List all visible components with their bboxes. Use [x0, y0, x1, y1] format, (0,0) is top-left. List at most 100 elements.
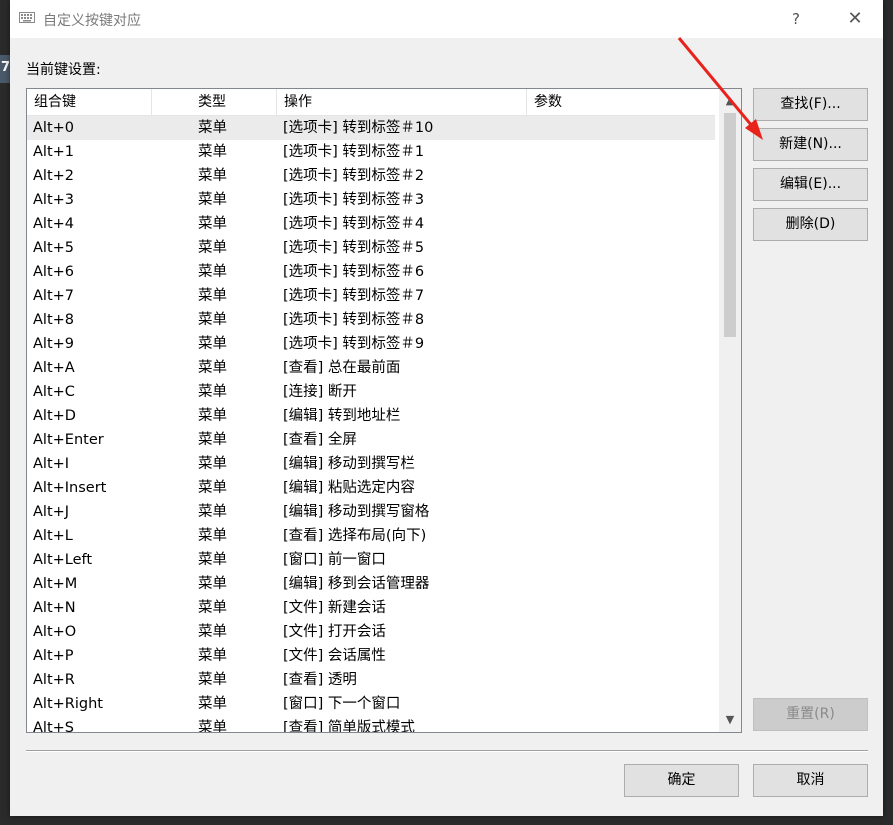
table-row[interactable]: Alt+7 菜单 [选项卡] 转到标签＃7 [27, 284, 715, 308]
help-button[interactable]: ? [776, 4, 816, 34]
keyboard-icon [19, 12, 35, 23]
edit-button[interactable]: 编辑(E)... [753, 168, 868, 201]
list-header: 组合键 类型 操作 参数 [27, 89, 715, 116]
row-action: [编辑] 粘贴选定内容 [283, 480, 415, 496]
table-row[interactable]: Alt+L 菜单 [查看] 选择布局(向下) [27, 524, 715, 548]
row-action: [文件] 会话属性 [283, 648, 386, 664]
window-title: 自定义按键对应 [43, 13, 141, 29]
row-type: 菜单 [198, 120, 227, 136]
table-row[interactable]: Alt+Insert 菜单 [编辑] 粘贴选定内容 [27, 476, 715, 500]
find-button[interactable]: 查找(F)... [753, 88, 868, 121]
list-rows: Alt+0 菜单 [选项卡] 转到标签＃10 Alt+1 菜单 [选项卡] 转到标签＃1 A… [27, 116, 715, 733]
row-type: 菜单 [198, 288, 227, 304]
row-key: Alt+L [33, 528, 73, 544]
table-row[interactable]: Alt+O 菜单 [文件] 打开会话 [27, 620, 715, 644]
table-row[interactable]: Alt+4 菜单 [选项卡] 转到标签＃4 [27, 212, 715, 236]
column-header-action[interactable]: 操作 [277, 89, 527, 115]
delete-button[interactable]: 删除(D) [753, 208, 868, 241]
row-key: Alt+M [33, 576, 78, 592]
row-key: Alt+2 [33, 168, 75, 184]
row-type: 菜单 [198, 672, 227, 688]
table-row[interactable]: Alt+0 菜单 [选项卡] 转到标签＃10 [27, 116, 715, 140]
table-row[interactable]: Alt+Enter 菜单 [查看] 全屏 [27, 428, 715, 452]
table-row[interactable]: Alt+Left 菜单 [窗口] 前一窗口 [27, 548, 715, 572]
column-header-key[interactable]: 组合键 [27, 89, 152, 115]
row-key: Alt+S [33, 720, 74, 733]
table-row[interactable]: Alt+6 菜单 [选项卡] 转到标签＃6 [27, 260, 715, 284]
row-key: Alt+I [33, 456, 70, 472]
row-action: [选项卡] 转到标签＃3 [283, 192, 425, 208]
row-type: 菜单 [198, 552, 227, 568]
table-row[interactable]: Alt+Right 菜单 [窗口] 下一个窗口 [27, 692, 715, 716]
row-action: [文件] 打开会话 [283, 624, 386, 640]
row-key: Alt+Enter [33, 432, 104, 448]
row-action: [选项卡] 转到标签＃9 [283, 336, 425, 352]
ok-button[interactable]: 确定 [624, 764, 739, 797]
row-key: Alt+O [33, 624, 77, 640]
row-key: Alt+J [33, 504, 70, 520]
row-action: [窗口] 前一窗口 [283, 552, 386, 568]
row-key: Alt+9 [33, 336, 75, 352]
row-type: 菜单 [198, 432, 227, 448]
scrollbar-thumb[interactable] [724, 113, 736, 337]
row-type: 菜单 [198, 384, 227, 400]
table-row[interactable]: Alt+A 菜单 [查看] 总在最前面 [27, 356, 715, 380]
background-window-edge: 7 [0, 55, 10, 83]
row-type: 菜单 [198, 528, 227, 544]
row-action: [编辑] 移动到撰写窗格 [283, 504, 430, 520]
row-key: Alt+Insert [33, 480, 107, 496]
table-row[interactable]: Alt+D 菜单 [编辑] 转到地址栏 [27, 404, 715, 428]
row-key: Alt+C [33, 384, 75, 400]
table-row[interactable]: Alt+J 菜单 [编辑] 移动到撰写窗格 [27, 500, 715, 524]
background-edge-text: 7 [1, 60, 11, 75]
table-row[interactable]: Alt+C 菜单 [连接] 断开 [27, 380, 715, 404]
row-action: [选项卡] 转到标签＃5 [283, 240, 425, 256]
row-key: Alt+3 [33, 192, 75, 208]
table-row[interactable]: Alt+2 菜单 [选项卡] 转到标签＃2 [27, 164, 715, 188]
row-action: [编辑] 移动到撰写栏 [283, 456, 415, 472]
row-type: 菜单 [198, 696, 227, 712]
close-button[interactable]: ✕ [835, 4, 875, 34]
scroll-down-icon[interactable]: ▼ [719, 710, 741, 730]
row-type: 菜单 [198, 144, 227, 160]
column-header-param[interactable]: 参数 [527, 89, 715, 115]
row-action: [选项卡] 转到标签＃1 [283, 144, 425, 160]
row-type: 菜单 [198, 456, 227, 472]
new-button[interactable]: 新建(N)... [753, 128, 868, 161]
row-action: [选项卡] 转到标签＃8 [283, 312, 425, 328]
reset-button[interactable]: 重置(R) [753, 698, 868, 731]
table-row[interactable]: Alt+M 菜单 [编辑] 移到会话管理器 [27, 572, 715, 596]
row-key: Alt+A [33, 360, 75, 376]
table-row[interactable]: Alt+S 菜单 [查看] 简单版式模式 [27, 716, 715, 733]
keymap-list[interactable]: 组合键 类型 操作 参数 Alt+0 菜单 [选项卡] 转到标签＃10 Alt+1 菜单… [26, 88, 742, 733]
row-action: [选项卡] 转到标签＃10 [283, 120, 434, 136]
row-type: 菜单 [198, 576, 227, 592]
current-keys-label: 当前键设置: [26, 62, 101, 78]
row-type: 菜单 [198, 624, 227, 640]
table-row[interactable]: Alt+I 菜单 [编辑] 移动到撰写栏 [27, 452, 715, 476]
row-action: [选项卡] 转到标签＃2 [283, 168, 425, 184]
column-header-type[interactable]: 类型 [152, 89, 277, 115]
title-bar: 自定义按键对应 ? ✕ [10, 0, 883, 38]
table-row[interactable]: Alt+8 菜单 [选项卡] 转到标签＃8 [27, 308, 715, 332]
table-row[interactable]: Alt+P 菜单 [文件] 会话属性 [27, 644, 715, 668]
row-action: [编辑] 转到地址栏 [283, 408, 401, 424]
row-action: [查看] 全屏 [283, 432, 357, 448]
table-row[interactable]: Alt+1 菜单 [选项卡] 转到标签＃1 [27, 140, 715, 164]
table-row[interactable]: Alt+5 菜单 [选项卡] 转到标签＃5 [27, 236, 715, 260]
customize-keymap-dialog: 自定义按键对应 ? ✕ 当前键设置: 组合键 类型 操作 参数 Alt+0 菜单 [… [10, 0, 883, 816]
scroll-up-icon[interactable]: ▲ [719, 91, 741, 111]
cancel-button[interactable]: 取消 [753, 764, 868, 797]
row-action: [编辑] 移到会话管理器 [283, 576, 430, 592]
table-row[interactable]: Alt+3 菜单 [选项卡] 转到标签＃3 [27, 188, 715, 212]
row-action: [查看] 透明 [283, 672, 357, 688]
row-key: Alt+Right [33, 696, 103, 712]
row-action: [选项卡] 转到标签＃7 [283, 288, 425, 304]
row-type: 菜单 [198, 504, 227, 520]
vertical-scrollbar[interactable]: ▲ ▼ [719, 89, 741, 732]
table-row[interactable]: Alt+N 菜单 [文件] 新建会话 [27, 596, 715, 620]
row-key: Alt+0 [33, 120, 75, 136]
table-row[interactable]: Alt+9 菜单 [选项卡] 转到标签＃9 [27, 332, 715, 356]
table-row[interactable]: Alt+R 菜单 [查看] 透明 [27, 668, 715, 692]
row-action: [窗口] 下一个窗口 [283, 696, 401, 712]
